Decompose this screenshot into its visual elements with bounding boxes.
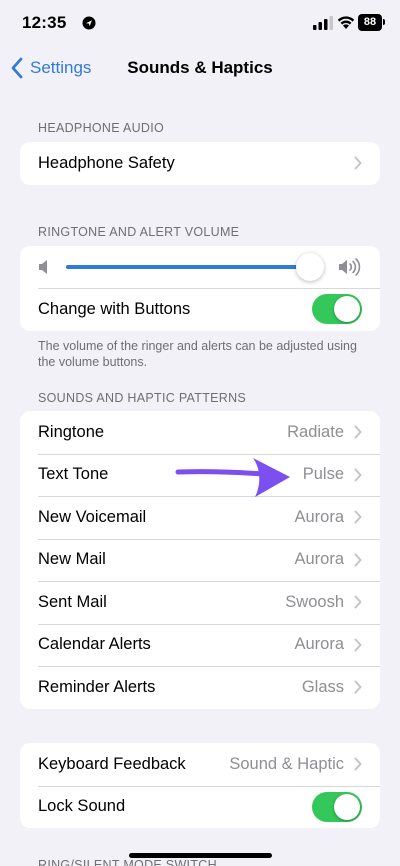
volume-group: Change with Buttons <box>20 246 380 331</box>
home-indicator[interactable] <box>129 853 272 858</box>
chevron-right-icon <box>354 553 362 567</box>
speaker-low-icon <box>39 260 47 274</box>
row-change-with-buttons: Change with Buttons <box>20 288 380 331</box>
section-header-ring-silent: RING/SILENT MODE SWITCH <box>38 858 217 866</box>
toggle-knob <box>334 296 360 323</box>
annotation-arrow-icon <box>175 458 290 497</box>
chevron-right-icon <box>354 156 362 170</box>
section-header-headphone: HEADPHONE AUDIO <box>38 121 165 135</box>
cellular-signal-icon <box>313 16 333 30</box>
row-value: Glass <box>301 677 344 696</box>
row-value: Aurora <box>294 507 344 526</box>
feedback-group: Keyboard Feedback Sound & Haptic Lock So… <box>20 743 380 828</box>
row-label: Calendar Alerts <box>38 635 151 654</box>
lock-sound-toggle[interactable] <box>312 791 362 822</box>
chevron-right-icon <box>354 468 362 482</box>
status-time: 12:35 <box>22 13 67 32</box>
chevron-right-icon <box>354 638 362 652</box>
row-calendar-alerts[interactable]: Calendar Alerts Aurora <box>20 623 380 667</box>
status-bar: 12:35 88 <box>0 0 400 46</box>
chevron-right-icon <box>354 510 362 524</box>
row-ringtone[interactable]: Ringtone Radiate <box>20 411 380 454</box>
row-lock-sound: Lock Sound <box>20 785 380 829</box>
row-headphone-safety[interactable]: Headphone Safety <box>20 142 380 185</box>
section-header-patterns: SOUNDS AND HAPTIC PATTERNS <box>38 391 247 405</box>
row-label: New Mail <box>38 550 106 569</box>
row-value: Aurora <box>294 635 344 654</box>
location-icon <box>82 16 96 30</box>
chevron-right-icon <box>354 757 362 771</box>
navigation-bar: Settings Sounds & Haptics <box>0 46 400 90</box>
row-label: Reminder Alerts <box>38 677 156 696</box>
toggle-knob <box>334 793 360 820</box>
row-sent-mail[interactable]: Sent Mail Swoosh <box>20 581 380 624</box>
row-label: New Voicemail <box>38 507 147 526</box>
chevron-right-icon <box>354 425 362 439</box>
wifi-icon <box>337 16 355 29</box>
row-new-mail[interactable]: New Mail Aurora <box>20 538 380 582</box>
section-header-volume: RINGTONE AND ALERT VOLUME <box>38 225 240 239</box>
speaker-high-icon <box>339 258 361 276</box>
row-value: Aurora <box>294 550 344 569</box>
row-reminder-alerts[interactable]: Reminder Alerts Glass <box>20 666 380 709</box>
volume-slider[interactable] <box>66 253 324 281</box>
row-value: Swoosh <box>285 592 344 611</box>
volume-footer: The volume of the ringer and alerts can … <box>38 339 357 369</box>
volume-slider-row <box>20 246 380 288</box>
chevron-right-icon <box>354 595 362 609</box>
headphone-group: Headphone Safety <box>20 142 380 185</box>
volume-slider-thumb[interactable] <box>296 253 324 281</box>
row-value: Sound & Haptic <box>229 754 344 773</box>
row-value: Radiate <box>287 422 344 441</box>
row-label: Headphone Safety <box>38 153 175 172</box>
row-label: Sent Mail <box>38 592 107 611</box>
row-label: Change with Buttons <box>38 299 191 318</box>
row-label: Keyboard Feedback <box>38 754 186 773</box>
battery-icon: 88 <box>358 14 385 31</box>
row-keyboard-feedback[interactable]: Keyboard Feedback Sound & Haptic <box>20 743 380 786</box>
row-value: Pulse <box>302 465 344 484</box>
volume-slider-fill <box>66 265 312 269</box>
row-label: Lock Sound <box>38 797 126 816</box>
chevron-right-icon <box>354 680 362 694</box>
row-new-voicemail[interactable]: New Voicemail Aurora <box>20 496 380 539</box>
row-label: Ringtone <box>38 422 105 441</box>
change-with-buttons-toggle[interactable] <box>312 294 362 325</box>
page-title: Sounds & Haptics <box>127 58 273 77</box>
